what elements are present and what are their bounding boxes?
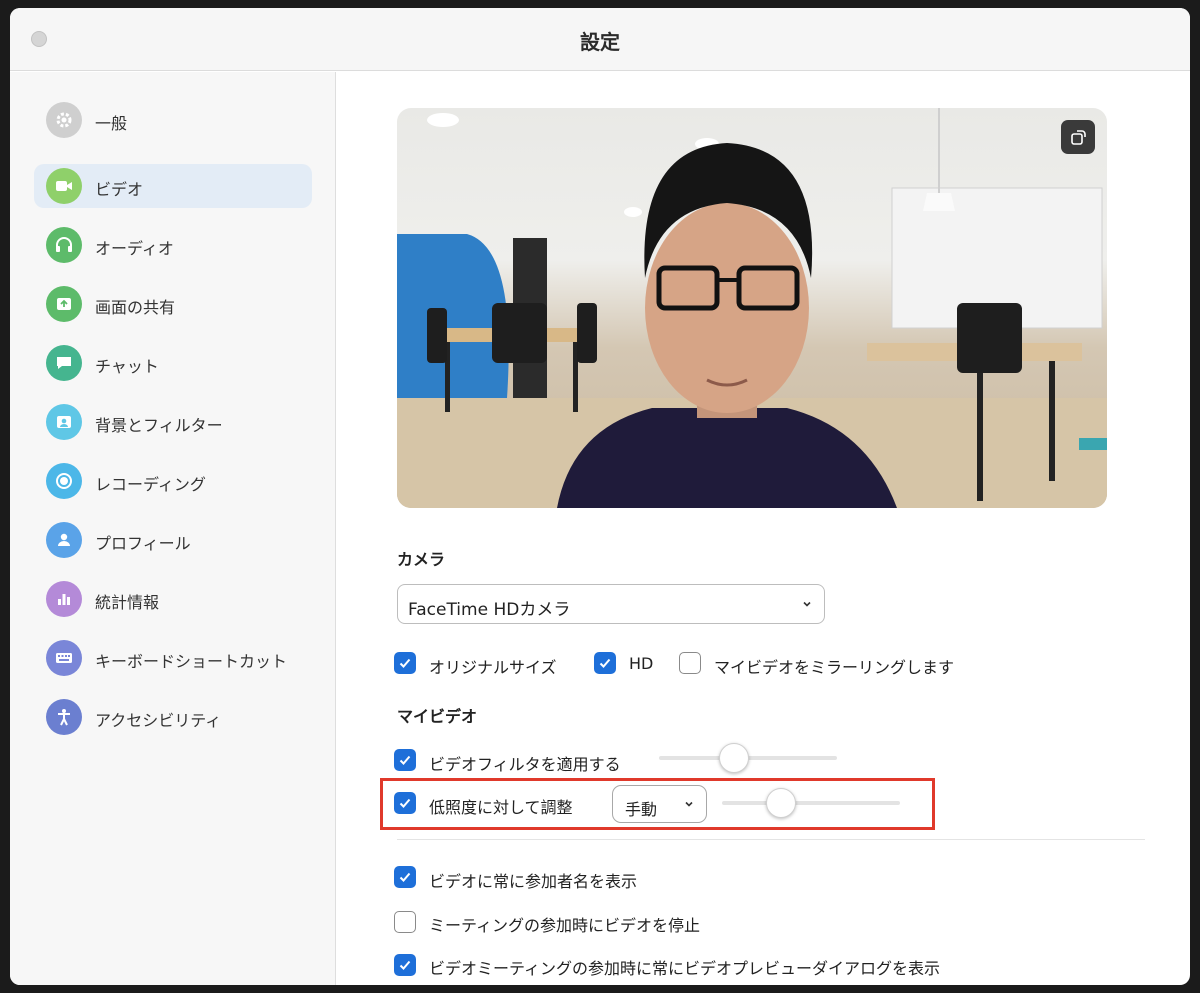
sidebar-item-label: プロフィール [95,534,191,553]
rotate-icon [1071,130,1086,145]
sidebar-item-label: 画面の共有 [95,298,176,317]
sidebar-item-label: ビデオ [95,180,144,199]
person-icon [46,522,82,558]
section-divider [397,839,1145,840]
sidebar-item-video[interactable]: ビデオ [34,164,312,208]
camera-device-select[interactable]: FaceTime HDカメラ [397,584,825,624]
sidebar-item-label: アクセシビリティ [95,711,222,730]
share-screen-icon [46,286,82,322]
sidebar-item-share-screen[interactable]: 画面の共有 [34,282,312,326]
checkmark-icon [399,658,411,668]
checkmark-icon [399,872,411,882]
show-names-label: ビデオに常に参加者名を表示 [429,872,638,891]
checkmark-icon [599,658,611,668]
headphones-icon [46,227,82,263]
sidebar-item-label: 一般 [95,114,128,133]
video-filter-checkbox[interactable] [394,749,416,771]
hd-checkbox[interactable] [594,652,616,674]
sidebar-item-label: キーボードショートカット [95,652,288,671]
record-icon [46,463,82,499]
sidebar-item-label: オーディオ [95,239,174,258]
mirror-video-checkbox[interactable] [679,652,701,674]
settings-window: 設定 一般 ビデオ オーディオ 画面の共有 チャット 背景とフィルター レコーデ… [10,8,1190,985]
sidebar-item-chat[interactable]: チャット [34,341,312,385]
camera-preview-image [397,108,1107,508]
show-names-checkbox[interactable] [394,866,416,888]
sidebar-item-label: 統計情報 [95,593,160,612]
bar-chart-icon [46,581,82,617]
title-bar: 設定 [10,8,1190,71]
sidebar-item-statistics[interactable]: 統計情報 [34,577,312,621]
stop-video-on-join-label: ミーティングの参加時にビデオを停止 [429,916,701,935]
sidebar-item-keyboard-shortcuts[interactable]: キーボードショートカット [34,636,312,680]
camera-preview [397,108,1107,508]
preview-dialog-label: ビデオミーティングの参加時に常にビデオプレビューダイアログを表示 [429,959,941,978]
sidebar-item-accessibility[interactable]: アクセシビリティ [34,695,312,739]
chevron-down-icon [803,601,811,607]
sidebar-item-label: チャット [95,357,159,376]
gear-icon [46,102,82,138]
sidebar-item-recording[interactable]: レコーディング [34,459,312,503]
settings-sidebar: 一般 ビデオ オーディオ 画面の共有 チャット 背景とフィルター レコーディング… [10,72,336,985]
checkmark-icon [399,960,411,970]
checkmark-icon [399,755,411,765]
stop-video-on-join-checkbox[interactable] [394,911,416,933]
rotate-camera-button[interactable] [1061,120,1095,154]
highlight-box [380,778,935,830]
sidebar-item-general[interactable]: 一般 [34,98,312,142]
background-portrait-icon [46,404,82,440]
window-title: 設定 [580,30,620,54]
sidebar-item-label: 背景とフィルター [95,416,223,435]
original-size-label: オリジナルサイズ [429,658,557,677]
camera-device-value: FaceTime HDカメラ [408,600,571,620]
accessibility-icon [46,699,82,735]
sidebar-item-label: レコーディング [95,475,206,494]
sidebar-item-profile[interactable]: プロフィール [34,518,312,562]
video-settings-panel: カメラ FaceTime HDカメラ オリジナルサイズ HD マイビデオをミラー… [337,72,1190,985]
video-filter-label: ビデオフィルタを適用する [429,755,621,774]
preview-dialog-checkbox[interactable] [394,954,416,976]
mirror-video-label: マイビデオをミラーリングします [714,658,955,677]
chat-bubble-icon [46,345,82,381]
sidebar-item-audio[interactable]: オーディオ [34,223,312,267]
video-camera-icon [46,168,82,204]
hd-label: HD [629,654,654,673]
sidebar-item-background-filters[interactable]: 背景とフィルター [34,400,312,444]
my-video-section-label: マイビデオ [397,707,478,726]
keyboard-icon [46,640,82,676]
camera-section-label: カメラ [397,550,446,569]
video-filter-slider-thumb[interactable] [718,743,749,773]
original-size-checkbox[interactable] [394,652,416,674]
